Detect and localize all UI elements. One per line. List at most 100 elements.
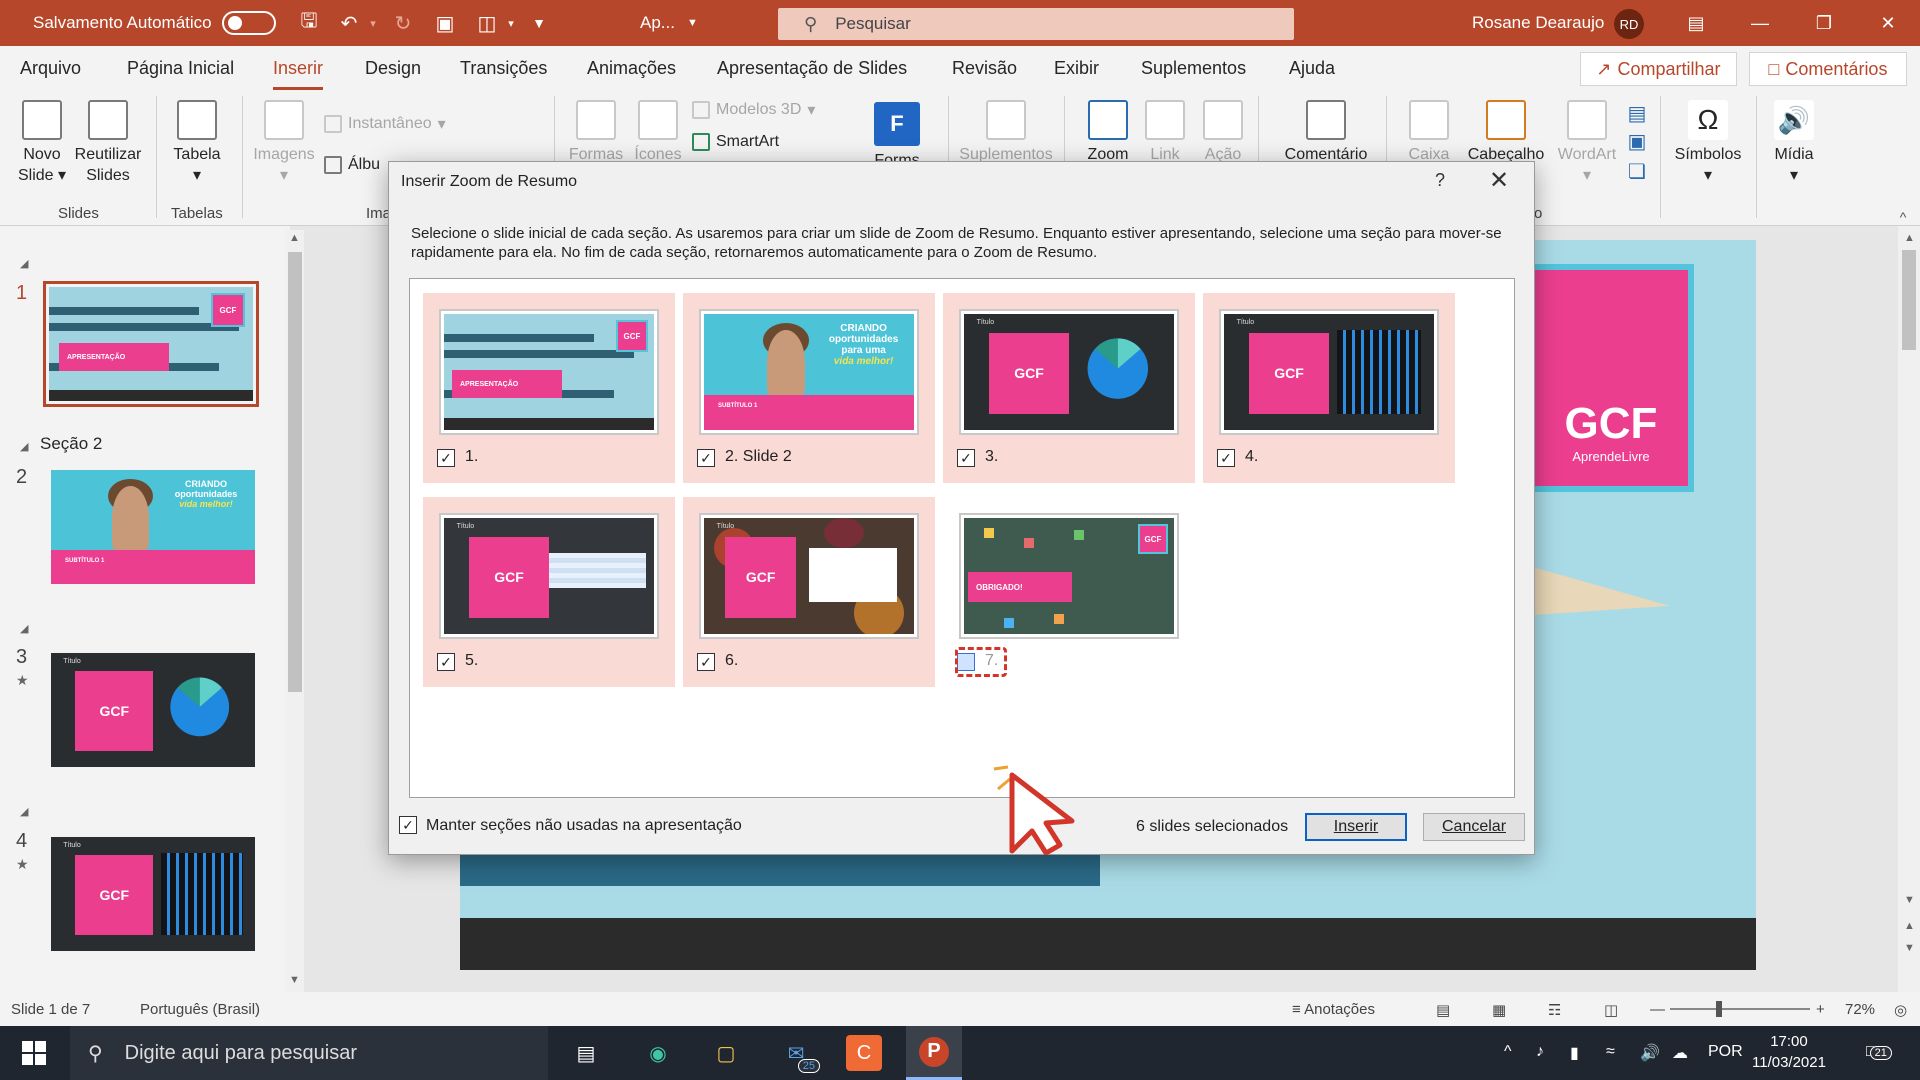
tab-apresentacao-de-slides[interactable]: Apresentação de Slides <box>717 58 907 79</box>
section-card-6[interactable]: Título GCF ✓ 6. <box>683 497 935 687</box>
save-icon[interactable]: 🖫 <box>296 10 322 36</box>
section-collapse-icon[interactable]: ◢ <box>20 440 28 453</box>
battery-icon[interactable]: ▮ <box>1570 1043 1579 1063</box>
cancel-button[interactable]: Cancelar <box>1423 813 1525 841</box>
section-card-3[interactable]: Título GCF ✓ 3. <box>943 293 1195 483</box>
shapes-button[interactable]: Formas <box>566 100 626 165</box>
file-explorer-icon[interactable]: ▢ <box>708 1035 744 1071</box>
section-checkbox[interactable]: ✓ <box>957 449 975 467</box>
autosave-toggle[interactable] <box>222 11 276 35</box>
tab-revisao[interactable]: Revisão <box>952 58 1017 79</box>
section-checkbox[interactable]: ✓ <box>697 449 715 467</box>
tab-ajuda[interactable]: Ajuda <box>1289 58 1335 79</box>
table-button[interactable]: Tabela ▾ <box>166 100 228 186</box>
mail-icon[interactable]: ✉ 25 <box>778 1035 820 1073</box>
media-button[interactable]: 🔊 Mídia ▾ <box>1766 100 1822 186</box>
section-checkbox[interactable]: ✓ <box>697 653 715 671</box>
slide-scrollbar[interactable]: ▲ ▼ ▲ ▼ <box>1898 226 1920 992</box>
section-card-2[interactable]: CRIANDO oportunidades para uma vida melhor!… <box>683 293 935 483</box>
slide-sorter-icon[interactable]: ▦ <box>1492 1001 1506 1019</box>
zoom-slider[interactable] <box>1670 1008 1810 1010</box>
camtasia-icon[interactable]: C <box>846 1035 882 1071</box>
tab-suplementos[interactable]: Suplementos <box>1141 58 1246 79</box>
tab-animacoes[interactable]: Animações <box>587 58 676 79</box>
microphone-icon[interactable]: ♪ <box>1536 1043 1544 1061</box>
minimize-icon[interactable]: — <box>1730 0 1790 46</box>
new-slide-quick-dropdown-icon[interactable]: ▾ <box>498 10 524 36</box>
slide-thumbnail-4[interactable]: Título GCF <box>51 837 255 951</box>
slide-number-icon[interactable]: ▣ <box>1624 128 1650 154</box>
tab-exibir[interactable]: Exibir <box>1054 58 1099 79</box>
powerpoint-taskbar-icon[interactable]: P <box>906 1026 962 1080</box>
tab-inserir[interactable]: Inserir <box>273 58 324 90</box>
zoom-slider-handle[interactable] <box>1716 1001 1722 1017</box>
previous-slide-icon[interactable]: ▲ <box>1904 920 1915 932</box>
fit-to-window-icon[interactable]: ◎ <box>1894 1001 1907 1019</box>
section-collapse-icon[interactable]: ◢ <box>20 257 28 270</box>
comments-button[interactable]: □ Comentários <box>1749 52 1907 86</box>
redo-icon[interactable]: ↻ <box>390 10 416 36</box>
language-indicator[interactable]: Português (Brasil) <box>140 1001 260 1018</box>
section-checkbox[interactable]: ✓ <box>437 653 455 671</box>
scrollbar-thumb[interactable] <box>1902 250 1916 350</box>
avatar[interactable]: RD <box>1614 9 1644 39</box>
section-collapse-icon[interactable]: ◢ <box>20 805 28 818</box>
customize-qat-icon[interactable]: ▼ <box>526 10 552 36</box>
section-title[interactable]: Seção 2 <box>40 434 102 454</box>
user-name[interactable]: Rosane Dearaujo <box>1472 0 1604 46</box>
smartart-button[interactable]: SmartArt <box>692 133 779 151</box>
normal-view-icon[interactable]: ▤ <box>1436 1001 1450 1019</box>
taskbar-search-input[interactable]: ⚲ Digite aqui para pesquisar <box>70 1026 548 1080</box>
section-checkbox[interactable]: ✓ <box>1217 449 1235 467</box>
slideshow-view-icon[interactable]: ◫ <box>1604 1001 1618 1019</box>
keep-sections-checkbox[interactable]: ✓ <box>399 816 417 834</box>
scroll-up-icon[interactable]: ▲ <box>289 232 300 244</box>
object-icon[interactable]: ❏ <box>1624 158 1650 184</box>
3d-models-button[interactable]: Modelos 3D ▾ <box>692 100 815 120</box>
slide-thumbnail-2[interactable]: CRIANDO oportunidades vida melhor! SUBTÍTU… <box>51 470 255 584</box>
close-icon[interactable]: ✕ <box>1858 0 1918 46</box>
edge-browser-icon[interactable]: ◉ <box>640 1035 676 1071</box>
presentation-start-icon[interactable]: ▣ <box>432 10 458 36</box>
action-button[interactable]: Ação <box>1196 100 1250 165</box>
thumbnail-scrollbar[interactable]: ▲ ▼ <box>286 230 304 992</box>
section-collapse-icon[interactable]: ◢ <box>20 622 28 635</box>
section-card-7[interactable]: OBRIGADO! GCF 7. <box>943 497 1195 687</box>
images-button[interactable]: Imagens ▾ <box>250 100 318 186</box>
section-card-5[interactable]: Título GCF ✓ 5. <box>423 497 675 687</box>
search-input[interactable]: ⚲ Pesquisar <box>778 8 1294 40</box>
wordart-button[interactable]: WordArt ▾ <box>1552 100 1622 186</box>
zoom-button[interactable]: Zoom <box>1080 100 1136 165</box>
insert-button[interactable]: Inserir <box>1305 813 1407 841</box>
zoom-out-icon[interactable]: — <box>1650 1001 1665 1018</box>
undo-icon[interactable]: ↶ <box>336 10 362 36</box>
reuse-slides-button[interactable]: Reutilizar Slides <box>72 100 144 186</box>
scrollbar-thumb[interactable] <box>288 252 302 692</box>
wifi-icon[interactable]: ≈ <box>1606 1043 1615 1061</box>
document-name[interactable]: Ap... ▼ <box>640 0 698 46</box>
ribbon-display-icon[interactable]: ▤ <box>1666 0 1726 46</box>
scroll-down-icon[interactable]: ▼ <box>1904 894 1915 906</box>
undo-dropdown-icon[interactable]: ▾ <box>360 10 386 36</box>
section-card-1[interactable]: APRESENTAÇÃO GCF ✓ 1. <box>423 293 675 483</box>
notes-button[interactable]: ≡ Anotações <box>1292 1001 1375 1018</box>
slide-thumbnail-1[interactable]: APRESENTAÇÃO GCF <box>43 281 259 407</box>
tab-pagina-inicial[interactable]: Página Inicial <box>127 58 234 79</box>
section-checkbox[interactable]: ✓ <box>437 449 455 467</box>
new-slide-quick-icon[interactable]: ◫ <box>474 10 500 36</box>
zoom-in-icon[interactable]: + <box>1816 1001 1825 1018</box>
restore-icon[interactable]: ❐ <box>1794 0 1854 46</box>
scroll-up-icon[interactable]: ▲ <box>1904 232 1915 244</box>
reading-view-icon[interactable]: ☶ <box>1548 1001 1561 1019</box>
screenshot-button[interactable]: Instantâneo ▾ <box>324 114 446 134</box>
tab-arquivo[interactable]: Arquivo <box>20 58 81 79</box>
next-slide-icon[interactable]: ▼ <box>1904 942 1915 954</box>
addins-button[interactable]: Suplementos <box>954 100 1058 165</box>
section-card-4[interactable]: Título GCF ✓ 4. <box>1203 293 1455 483</box>
date-time-icon[interactable]: ▤ <box>1624 100 1650 126</box>
zoom-level[interactable]: 72% <box>1845 1001 1875 1018</box>
task-view-icon[interactable]: ▤ <box>568 1035 604 1071</box>
notification-center-icon[interactable]: □21 <box>1866 1043 1892 1061</box>
system-clock[interactable]: 17:00 11/03/2021 <box>1752 1031 1826 1073</box>
forms-icon[interactable]: F <box>874 102 920 146</box>
